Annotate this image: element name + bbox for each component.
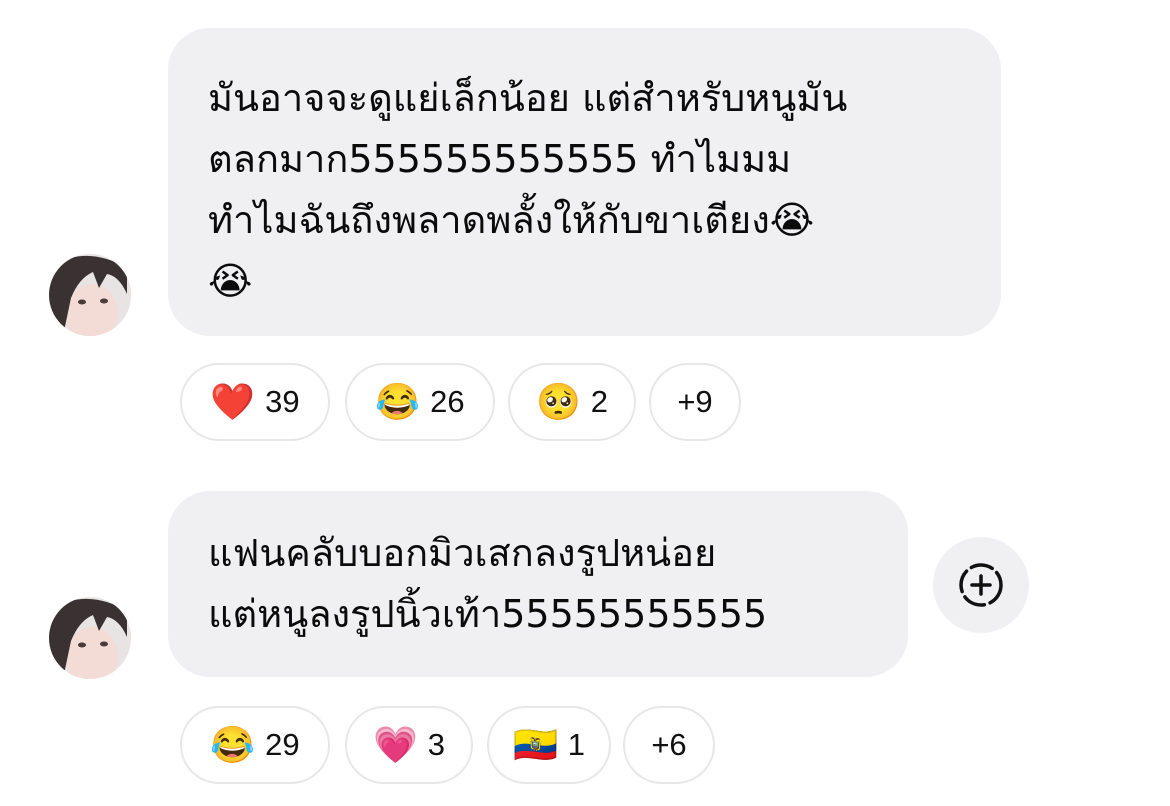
- comment-text: แฟนคลับบอกมิวเสกลงรูปหน่อย แต่หนูลงรูปนิ…: [208, 531, 768, 636]
- dashed-circle-plus-icon: [959, 563, 1003, 607]
- avatar-image: [49, 597, 131, 679]
- comment-bubble[interactable]: แฟนคลับบอกมิวเสกลงรูปหน่อย แต่หนูลงรูปนิ…: [168, 491, 908, 677]
- reaction-laughing[interactable]: 😂 29: [180, 706, 330, 784]
- comment-bubble[interactable]: มันอาจจะดูแย่เล็กน้อย แต่สำหรับหนูมัน ตล…: [168, 28, 1001, 336]
- reaction-count: 29: [265, 727, 300, 762]
- reaction-flag[interactable]: 🇪🇨 1: [487, 706, 611, 784]
- reaction-count: 3: [427, 727, 446, 762]
- avatar[interactable]: [49, 254, 131, 336]
- reaction-count: 1: [567, 727, 586, 762]
- reaction-more[interactable]: +9: [649, 363, 741, 441]
- reaction-count: 2: [590, 384, 609, 419]
- more-reactions-count: +6: [651, 727, 687, 762]
- reaction-laughing[interactable]: 😂 26: [345, 363, 495, 441]
- reaction-count: 39: [265, 384, 300, 419]
- add-reaction-button[interactable]: [933, 537, 1029, 633]
- pink-heart-icon: 💗: [372, 724, 418, 765]
- reaction-heart[interactable]: 💗 3: [345, 706, 473, 784]
- more-reactions-count: +9: [677, 384, 713, 419]
- laughing-tears-icon: 😂: [375, 381, 421, 422]
- heart-icon: ❤️: [210, 381, 256, 422]
- reaction-pleading[interactable]: 🥺 2: [508, 363, 636, 441]
- avatar[interactable]: [49, 597, 131, 679]
- laughing-tears-icon: 😂: [210, 724, 256, 765]
- pleading-face-icon: 🥺: [535, 381, 581, 422]
- comment-text: มันอาจจะดูแย่เล็กน้อย แต่สำหรับหนูมัน ตล…: [208, 76, 848, 303]
- reaction-count: 26: [430, 384, 465, 419]
- avatar-image: [49, 254, 131, 336]
- ecuador-flag-icon: 🇪🇨: [512, 724, 558, 765]
- reaction-more[interactable]: +6: [623, 706, 715, 784]
- reaction-heart[interactable]: ❤️ 39: [180, 363, 330, 441]
